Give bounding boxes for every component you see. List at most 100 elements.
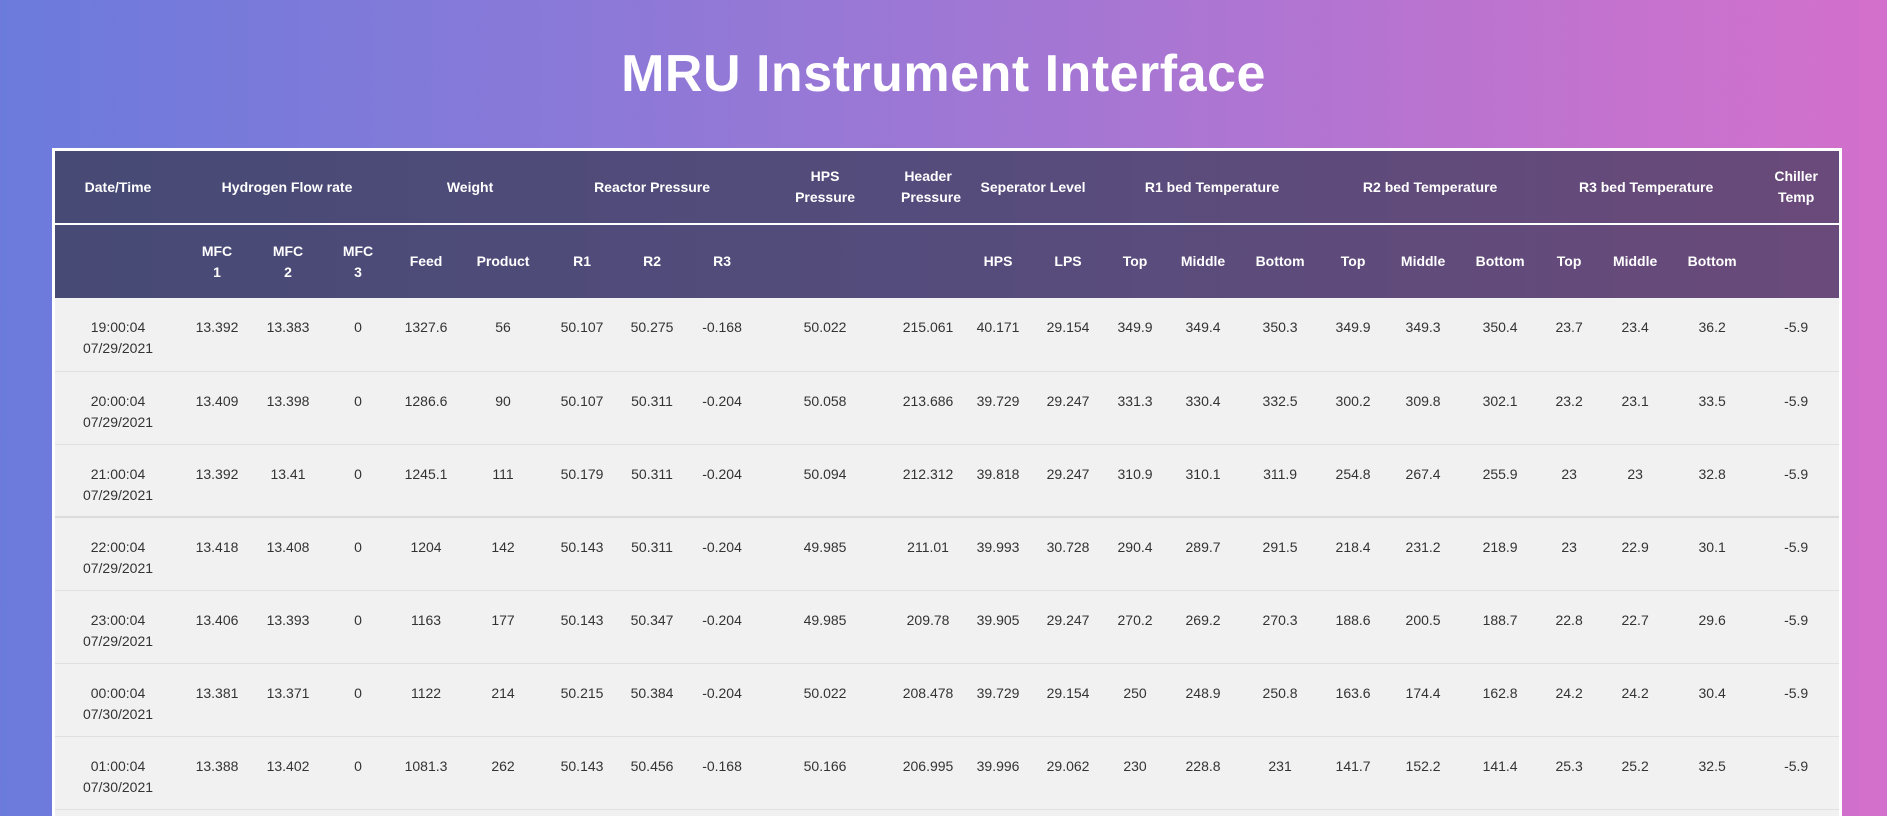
cell-r1-top: 230 [1123,757,1147,774]
cell-date: 07/29/2021 [82,413,154,430]
cell-r3-middle: 24.2 [1621,684,1649,701]
cell-r3-middle: 22.7 [1621,611,1649,628]
header-header-pressure: Header Pressure [893,151,964,225]
cell-r2-middle: 309.8 [1405,392,1441,409]
cell-product: 142 [491,539,515,555]
cell-mfc2: 13.383 [266,319,310,335]
cell-r3-middle: 23.4 [1621,319,1649,335]
instrument-data-table: Date/Time Hydrogen Flow rate Weight Reac… [55,151,1839,810]
cell-r2-bottom: 302.1 [1482,392,1518,409]
cell-time: 23:00:04 [90,611,146,628]
cell-r3-middle: 22.9 [1621,539,1649,555]
cell-mfc1: 13.409 [195,392,239,409]
cell-header-pressure: 206.995 [902,757,954,774]
cell-time: 01:00:04 [90,757,146,774]
cell-r2-bottom: 255.9 [1482,465,1518,482]
header-group-row: Date/Time Hydrogen Flow rate Weight Reac… [55,151,1839,225]
cell-mfc3: 0 [354,465,362,482]
cell-lps-level: 29.062 [1046,757,1090,774]
cell-date: 07/29/2021 [82,560,154,576]
subheader-empty [757,224,893,298]
subheader-r3: R3 [713,253,731,269]
table-row: 23:00:04 07/29/2021 13.406 13.393 0 1163 … [55,590,1839,663]
header-weight: Weight [393,151,548,225]
cell-r2-top: 141.7 [1335,757,1371,774]
cell-r2-bottom: 350.4 [1482,319,1518,335]
subheader-r3-middle: Middle [1612,253,1658,269]
cell-r1-top: 349.9 [1117,319,1153,335]
subheader-lps: LPS [1054,253,1082,269]
cell-r2-bottom: 141.4 [1482,757,1518,774]
table-row: 19:00:04 07/29/2021 13.392 13.383 0 1327.… [55,298,1839,371]
cell-r2-middle: 231.2 [1405,539,1441,555]
cell-r2-middle: 349.3 [1405,319,1441,335]
cell-hps-level: 39.905 [976,611,1020,628]
cell-chiller-temp: -5.9 [1784,392,1809,409]
cell-product: 214 [491,684,515,701]
cell-hps-pressure: 49.985 [803,539,847,555]
cell-feed: 1327.6 [404,319,448,335]
cell-hps-pressure: 50.022 [803,319,847,335]
cell-r2: 50.275 [630,319,674,335]
cell-time: 21:00:04 [90,465,146,482]
cell-r2: 50.311 [631,539,673,555]
table-row: 20:00:04 07/29/2021 13.409 13.398 0 1286.… [55,371,1839,444]
table-row: 21:00:04 07/29/2021 13.392 13.41 0 1245.1… [55,444,1839,517]
cell-product: 262 [491,757,515,774]
cell-r3: -0.168 [702,319,742,335]
cell-r3: -0.204 [702,684,742,701]
cell-mfc3: 0 [354,611,362,628]
cell-r2: 50.311 [631,392,673,409]
header-r3-bed-temperature: R3 bed Temperature [1539,151,1754,225]
cell-r1-bottom: 250.8 [1262,684,1298,701]
cell-r1-bottom: 291.5 [1262,539,1298,555]
cell-r1: 50.107 [560,319,604,335]
cell-mfc2: 13.398 [266,392,310,409]
cell-feed: 1245.1 [404,465,448,482]
cell-r3-bottom: 33.5 [1698,392,1726,409]
cell-r1-top: 331.3 [1117,392,1153,409]
subheader-mfc1: MFC 1 [201,242,233,280]
cell-r1-middle: 269.2 [1185,611,1221,628]
cell-hps-level: 39.818 [976,465,1020,482]
cell-r2-middle: 152.2 [1405,757,1441,774]
cell-r2-bottom: 188.7 [1482,611,1518,628]
cell-date-time: 19:00:04 07/29/2021 [55,298,181,371]
cell-mfc2: 13.371 [266,684,310,701]
data-table-container: Date/Time Hydrogen Flow rate Weight Reac… [52,148,1842,816]
cell-r3-bottom: 36.2 [1698,319,1726,335]
cell-date-time: 22:00:04 07/29/2021 [55,517,181,590]
cell-r2-top: 163.6 [1335,684,1371,701]
cell-date: 07/30/2021 [82,778,154,795]
subheader-hps: HPS [983,253,1013,269]
cell-r2: 50.311 [631,465,673,482]
cell-header-pressure: 208.478 [902,684,954,701]
cell-r2: 50.456 [630,757,674,774]
cell-r1: 50.107 [560,392,604,409]
header-reactor-pressure: Reactor Pressure [547,151,758,225]
cell-r1: 50.215 [560,684,604,701]
table-row: 01:00:04 07/30/2021 13.388 13.402 0 1081.… [55,736,1839,809]
cell-product: 111 [492,465,514,482]
cell-r1-bottom: 231 [1268,757,1292,774]
cell-time: 00:00:04 [90,684,146,701]
cell-r2: 50.384 [630,684,674,701]
cell-hps-pressure: 50.022 [803,684,847,701]
cell-header-pressure: 211.01 [907,539,949,555]
cell-feed: 1122 [410,684,442,701]
cell-r3: -0.204 [702,392,742,409]
cell-date-time: 23:00:04 07/29/2021 [55,590,181,663]
subheader-r2-top: Top [1340,253,1366,269]
cell-product: 177 [491,611,515,628]
cell-mfc2: 13.408 [266,539,310,555]
cell-r3-top: 23.7 [1555,319,1583,335]
cell-r3-middle: 23 [1627,465,1643,482]
cell-r1-middle: 349.4 [1185,319,1221,335]
subheader-r1: R1 [573,253,591,269]
cell-hps-pressure: 50.166 [803,757,847,774]
cell-r3-middle: 25.2 [1621,757,1649,774]
cell-r2-top: 300.2 [1335,392,1371,409]
cell-r3-top: 24.2 [1555,684,1583,701]
cell-r1: 50.143 [560,611,604,628]
cell-mfc2: 13.41 [270,465,306,482]
